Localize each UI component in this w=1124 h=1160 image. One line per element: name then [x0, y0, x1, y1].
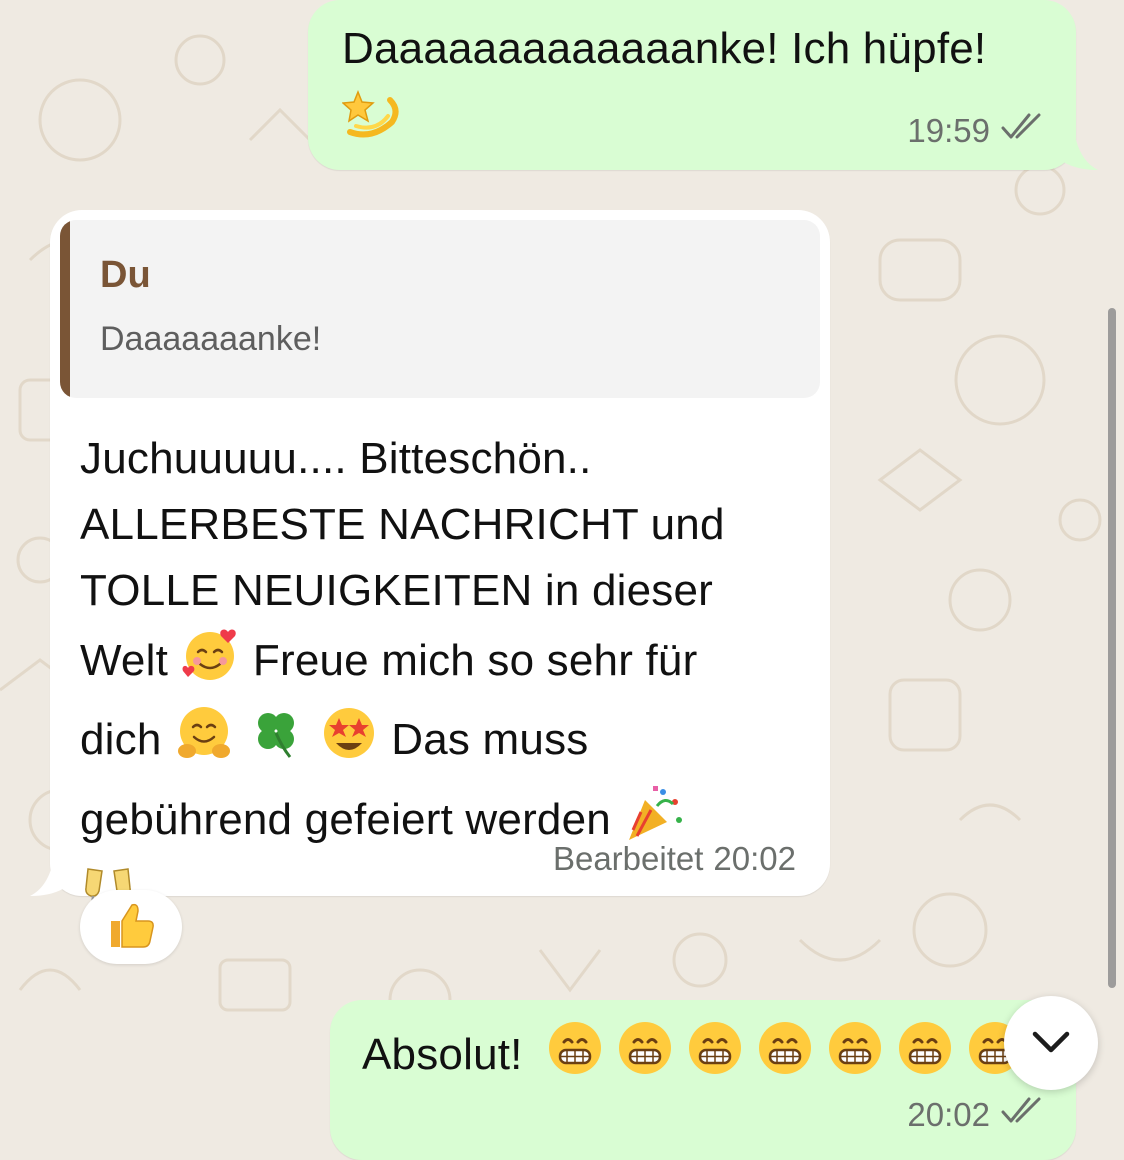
scrollbar[interactable] — [1108, 308, 1116, 988]
dizzy-star-emoji — [341, 82, 404, 163]
grinning-face-emoji — [825, 1018, 885, 1097]
message-text: Daaaaaaaaaaaaanke! Ich hüpfe! — [342, 24, 987, 73]
outgoing-message[interactable]: Daaaaaaaaaaaaanke! Ich hüpfe! 19:59 — [308, 0, 1076, 170]
message-time: 20:02 — [907, 1096, 990, 1133]
grinning-face-emoji — [755, 1018, 815, 1097]
read-ticks-icon — [1000, 112, 1046, 150]
scroll-to-bottom-button[interactable] — [1004, 996, 1098, 1090]
grinning-face-emoji — [685, 1018, 745, 1097]
quote-accent-bar — [60, 220, 70, 398]
incoming-message[interactable]: Du Daaaaaaanke! Juchuuuuu.... Bitteschön… — [50, 210, 830, 921]
hugging-face-emoji — [174, 703, 234, 782]
reaction-badge[interactable] — [80, 890, 182, 964]
message-line: gebührend gefeiert werden — [80, 795, 611, 845]
bubble-tail — [30, 866, 70, 896]
outgoing-message[interactable]: Absolut! 20:02 — [330, 1000, 1076, 1160]
message-line: Freue mich so sehr für — [252, 636, 698, 686]
message-line: ALLERBESTE NACHRICHT und — [80, 500, 725, 549]
message-line: Juchuuuuu.... Bitteschön.. — [80, 434, 592, 483]
bubble-tail — [1058, 140, 1098, 170]
four-leaf-clover-emoji — [246, 703, 306, 782]
star-struck-emoji — [319, 703, 379, 782]
quoted-message[interactable]: Du Daaaaaaanke! — [60, 220, 820, 398]
grinning-emoji-row — [535, 1022, 1025, 1079]
quote-author: Du — [100, 254, 151, 296]
grinning-face-emoji — [895, 1018, 955, 1097]
edited-label: Bearbeitet — [552, 840, 704, 877]
message-time: 20:02 — [713, 840, 796, 877]
read-ticks-icon — [1000, 1096, 1046, 1134]
message-text: Absolut! — [362, 1030, 523, 1080]
chevron-down-icon — [1032, 1031, 1070, 1053]
thumbs-up-emoji — [105, 899, 157, 956]
message-line: dich — [80, 715, 162, 765]
message-line: Das muss — [391, 715, 589, 765]
message-time: 19:59 — [907, 112, 990, 149]
message-line: TOLLE NEUIGKEITEN in dieser — [80, 566, 714, 615]
message-line: Welt — [80, 636, 169, 686]
quote-text: Daaaaaaanke! — [100, 320, 322, 358]
grinning-face-emoji — [545, 1018, 605, 1097]
grinning-face-emoji — [615, 1018, 675, 1097]
smiling-face-with-hearts-emoji — [180, 624, 240, 703]
